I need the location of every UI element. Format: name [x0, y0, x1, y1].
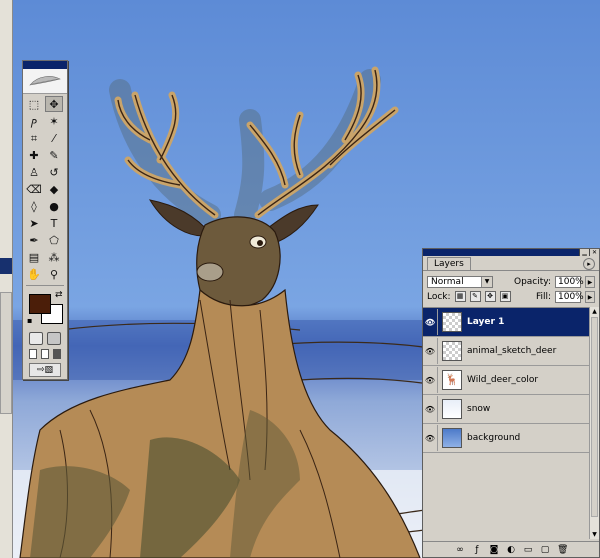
- full-screen-menu-mode-button[interactable]: [41, 349, 49, 359]
- visibility-eye-icon[interactable]: 👁: [423, 309, 438, 335]
- magic-wand-tool-icon[interactable]: ✶: [45, 113, 63, 129]
- marquee-tool-icon[interactable]: ⬚: [25, 96, 43, 112]
- eyedropper-tool-icon[interactable]: ⁂: [45, 249, 63, 265]
- layer-name: animal_sketch_deer: [467, 346, 557, 356]
- scroll-up-icon[interactable]: ▲: [590, 307, 599, 316]
- lock-position-icon[interactable]: ✥: [484, 291, 496, 302]
- scroll-down-icon[interactable]: ▼: [590, 530, 599, 539]
- quick-mask-mode-button[interactable]: [47, 332, 61, 345]
- jump-to-imageready-button[interactable]: ⇨▧: [29, 363, 61, 377]
- delete-layer-icon[interactable]: 🗑: [557, 545, 568, 555]
- lock-all-icon[interactable]: ▣: [499, 291, 511, 302]
- pen-tool-icon[interactable]: ✒: [25, 232, 43, 248]
- layer-list: 👁 Layer 1 👁 animal_sketch_deer 👁 🦌 Wild_deer_c…: [423, 307, 589, 540]
- chevron-down-icon: ▼: [481, 276, 492, 287]
- slice-tool-icon[interactable]: ⁄: [45, 130, 63, 146]
- layer-row[interactable]: 👁 background: [423, 424, 589, 453]
- move-tool-icon[interactable]: ✥: [45, 96, 63, 112]
- opacity-input[interactable]: 100%: [555, 275, 584, 288]
- default-colors-icon[interactable]: ▪: [27, 316, 32, 325]
- eraser-tool-icon[interactable]: ⌫: [25, 181, 43, 197]
- close-icon[interactable]: ✕: [589, 249, 599, 256]
- layer-style-icon[interactable]: ƒ: [472, 545, 482, 555]
- visibility-eye-icon[interactable]: 👁: [423, 396, 438, 422]
- fill-value: 100%: [558, 291, 584, 302]
- history-brush-tool-icon[interactable]: ↺: [45, 164, 63, 180]
- swap-colors-icon[interactable]: ⇄: [55, 290, 63, 300]
- lock-image-icon[interactable]: ✎: [469, 291, 481, 302]
- layer-thumbnail: [442, 428, 462, 448]
- blend-mode-select[interactable]: Normal ▼: [427, 275, 493, 288]
- layer-thumbnail: [442, 341, 462, 361]
- layer-thumbnail: [442, 312, 462, 332]
- adjustment-layer-icon[interactable]: ◐: [506, 545, 516, 555]
- toolbox-separator: [26, 285, 64, 286]
- layer-thumbnail: [442, 399, 462, 419]
- layers-palette: ▁ ✕ Layers ▸ Normal ▼ Opacity: 100% ▶ Lo…: [422, 248, 600, 558]
- full-screen-mode-button[interactable]: [53, 349, 61, 359]
- left-panel-body: [0, 292, 12, 414]
- layers-palette-titlebar[interactable]: ▁ ✕: [423, 249, 599, 256]
- layer-name: Layer 1: [467, 317, 505, 327]
- left-panel-tab[interactable]: [0, 258, 12, 274]
- visibility-eye-icon[interactable]: 👁: [423, 367, 438, 393]
- type-tool-icon[interactable]: T: [45, 215, 63, 231]
- photoshop-feather-icon[interactable]: [23, 69, 67, 94]
- notes-tool-icon[interactable]: ▤: [25, 249, 43, 265]
- standard-screen-mode-button[interactable]: [29, 349, 37, 359]
- lasso-tool-icon[interactable]: ⳏ: [25, 113, 43, 129]
- blur-tool-icon[interactable]: ◊: [25, 198, 43, 214]
- clone-stamp-tool-icon[interactable]: ♙: [25, 164, 43, 180]
- dodge-tool-icon[interactable]: ●: [45, 198, 63, 214]
- hand-tool-icon[interactable]: ✋: [25, 266, 43, 282]
- toolbox: ⬚ ✥ ⳏ ✶ ⌗ ⁄ ✚ ✎ ♙ ↺ ⌫ ◆ ◊ ● ➤ T ✒ ⬠ ▤ ⁂ ✋ ⚲ ▪ ⇄ ⇨▧: [22, 60, 68, 380]
- color-swatches: ▪ ⇄: [25, 288, 65, 328]
- layer-row[interactable]: 👁 animal_sketch_deer: [423, 337, 589, 366]
- layer-thumbnail: 🦌: [442, 370, 462, 390]
- opacity-slider-arrow-icon[interactable]: ▶: [585, 275, 595, 288]
- layer-row[interactable]: 👁 Layer 1: [423, 308, 589, 337]
- minimize-icon[interactable]: ▁: [579, 249, 589, 256]
- fill-input[interactable]: 100%: [555, 290, 584, 303]
- layer-row[interactable]: 👁 🦌 Wild_deer_color: [423, 366, 589, 395]
- layer-name: background: [467, 433, 521, 443]
- tab-layers[interactable]: Layers: [427, 257, 471, 270]
- layer-name: Wild_deer_color: [467, 375, 539, 385]
- healing-brush-tool-icon[interactable]: ✚: [25, 147, 43, 163]
- layer-list-scrollbar[interactable]: ▲ ▼: [589, 307, 599, 539]
- shape-tool-icon[interactable]: ⬠: [45, 232, 63, 248]
- toolbox-titlebar[interactable]: [23, 61, 67, 69]
- layer-mask-icon[interactable]: ◙: [489, 545, 499, 555]
- path-selection-tool-icon[interactable]: ➤: [25, 215, 43, 231]
- visibility-eye-icon[interactable]: 👁: [423, 338, 438, 364]
- new-layer-icon[interactable]: ▢: [540, 545, 550, 555]
- layer-row[interactable]: 👁 snow: [423, 395, 589, 424]
- fill-label: Fill:: [535, 291, 551, 302]
- opacity-value: 100%: [558, 276, 584, 287]
- layers-footer: ∞ ƒ ◙ ◐ ▭ ▢ 🗑: [423, 541, 599, 557]
- paint-bucket-tool-icon[interactable]: ◆: [45, 181, 63, 197]
- zoom-tool-icon[interactable]: ⚲: [45, 266, 63, 282]
- opacity-label: Opacity:: [514, 276, 551, 287]
- new-group-icon[interactable]: ▭: [523, 545, 533, 555]
- foreground-color-swatch[interactable]: [29, 294, 51, 314]
- standard-mode-button[interactable]: [29, 332, 43, 345]
- fill-slider-arrow-icon[interactable]: ▶: [585, 290, 595, 303]
- lock-label: Lock:: [427, 291, 451, 302]
- link-layers-icon[interactable]: ∞: [455, 545, 465, 555]
- brush-tool-icon[interactable]: ✎: [45, 147, 63, 163]
- scrollbar-thumb[interactable]: [591, 317, 598, 517]
- palette-menu-icon[interactable]: ▸: [583, 258, 595, 270]
- crop-tool-icon[interactable]: ⌗: [25, 130, 43, 146]
- left-edge-panel: [0, 0, 13, 558]
- visibility-eye-icon[interactable]: 👁: [423, 425, 438, 451]
- lock-transparency-icon[interactable]: ▦: [454, 291, 466, 302]
- layer-name: snow: [467, 404, 491, 414]
- blend-mode-value: Normal: [431, 276, 464, 287]
